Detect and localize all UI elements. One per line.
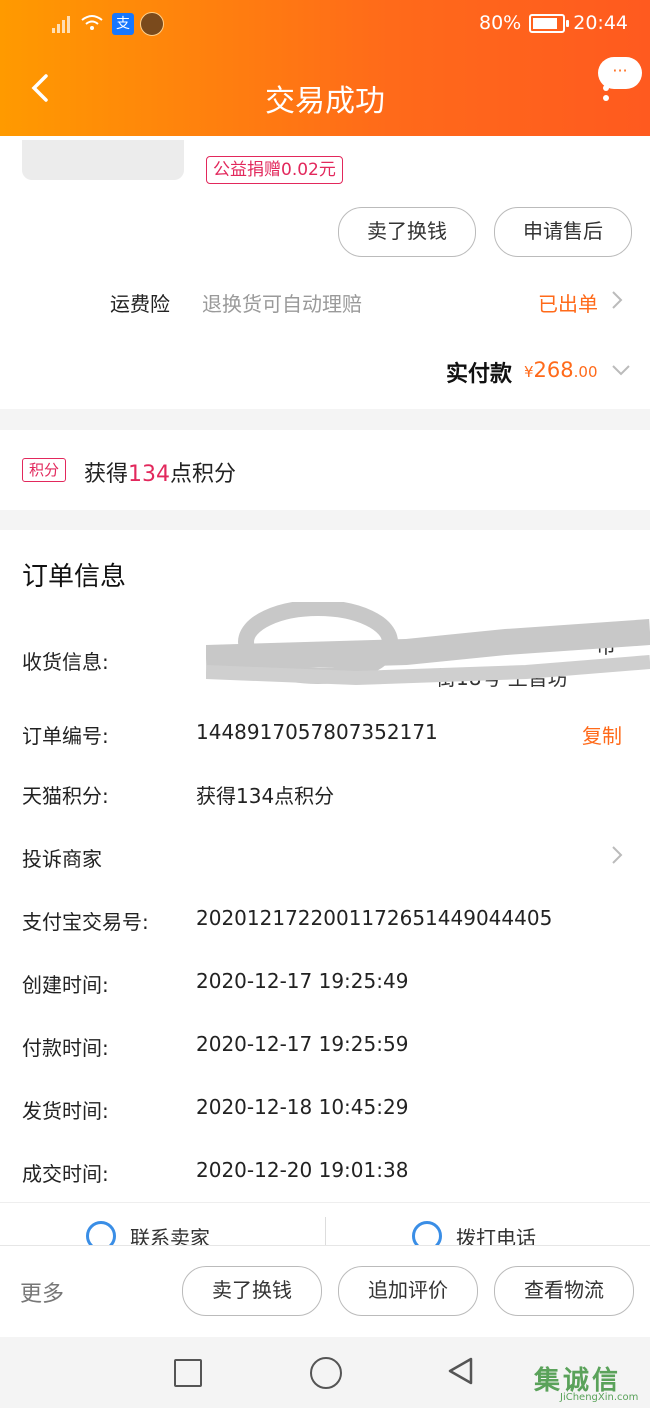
- freight-insurance-status[interactable]: 已出单: [538, 288, 598, 317]
- order-number-value: 1448917057807352171: [196, 720, 438, 744]
- completed-time-value: 2020-12-20 19:01:38: [196, 1158, 409, 1182]
- alipay-trade-label: 支付宝交易号:: [22, 910, 149, 934]
- copy-order-number-button[interactable]: 复制: [582, 720, 622, 749]
- recents-icon[interactable]: [174, 1359, 202, 1387]
- avatar-icon: [140, 12, 164, 36]
- paid-amount-label: 实付款: [446, 362, 513, 387]
- order-number-label: 订单编号:: [22, 724, 109, 748]
- status-bar-right: 80% 20:44: [479, 12, 628, 34]
- view-logistics-button[interactable]: 查看物流: [494, 1266, 634, 1316]
- apply-after-sales-button[interactable]: 申请售后: [494, 207, 632, 257]
- chat-icon: [86, 1221, 116, 1245]
- redaction-scribble: [206, 602, 650, 686]
- product-thumbnail[interactable]: [22, 140, 184, 180]
- tmall-points-value: 获得134点积分: [196, 784, 335, 808]
- signal-icon: [52, 15, 74, 33]
- amount-decimal: .00: [573, 363, 598, 381]
- amount-integer: 268: [533, 358, 574, 382]
- wifi-icon: [80, 14, 106, 34]
- call-phone-button[interactable]: 拨打电话: [412, 1221, 536, 1245]
- alipay-icon: 支: [112, 13, 134, 35]
- chevron-down-icon[interactable]: [610, 362, 632, 381]
- complain-seller-link[interactable]: 投诉商家: [22, 843, 102, 872]
- paid-amount: ¥268.00: [524, 358, 598, 382]
- points-text: 获得134点积分: [84, 456, 236, 488]
- more-button[interactable]: 更多: [20, 1276, 64, 1308]
- freight-insurance-label: 运费险: [110, 292, 170, 316]
- shipped-time-label: 发货时间:: [22, 1099, 109, 1123]
- divider: [325, 1217, 326, 1245]
- clock: 20:44: [573, 12, 628, 34]
- points-badge: 积分: [22, 458, 66, 482]
- shipped-time-value: 2020-12-18 10:45:29: [196, 1095, 409, 1119]
- paid-time-value: 2020-12-17 19:25:59: [196, 1032, 409, 1056]
- order-info-title: 订单信息: [22, 562, 127, 592]
- shipping-info-label: 收货信息:: [22, 650, 109, 674]
- add-review-button[interactable]: 追加评价: [338, 1266, 478, 1316]
- currency-symbol: ¥: [524, 363, 534, 381]
- freight-insurance-desc: 退换货可自动理赔: [202, 292, 362, 316]
- paid-time-label: 付款时间:: [22, 1036, 109, 1060]
- points-prefix: 获得: [84, 462, 129, 487]
- page-title: 交易成功: [265, 84, 385, 119]
- home-icon[interactable]: [310, 1357, 342, 1389]
- watermark-url: JiChengXin.com: [560, 1392, 639, 1403]
- sell-for-cash-button[interactable]: 卖了换钱: [338, 207, 476, 257]
- sell-for-cash-bottom-button[interactable]: 卖了换钱: [182, 1266, 322, 1316]
- completed-time-label: 成交时间:: [22, 1162, 109, 1186]
- alipay-trade-value: 2020121722001172651449044405: [196, 906, 553, 930]
- created-time-label: 创建时间:: [22, 973, 109, 997]
- tmall-points-label: 天猫积分:: [22, 784, 109, 808]
- status-bar-left: 支: [52, 12, 164, 36]
- contact-seller-label: 联系卖家: [130, 1225, 210, 1246]
- more-menu-icon[interactable]: [601, 84, 611, 108]
- battery-percent: 80%: [479, 12, 522, 34]
- points-suffix: 点积分: [170, 462, 237, 487]
- contact-bar: 联系卖家 拨打电话: [0, 1202, 650, 1245]
- nav-back-icon[interactable]: [446, 1356, 476, 1386]
- phone-icon: [412, 1221, 442, 1245]
- chevron-right-icon[interactable]: [610, 843, 624, 871]
- chevron-right-icon[interactable]: [610, 288, 624, 316]
- points-count: 134: [128, 462, 171, 487]
- battery-icon: [529, 13, 570, 33]
- contact-seller-button[interactable]: 联系卖家: [86, 1221, 210, 1245]
- created-time-value: 2020-12-17 19:25:49: [196, 969, 409, 993]
- call-phone-label: 拨打电话: [456, 1225, 536, 1246]
- charity-badge: 公益捐赠0.02元: [206, 156, 343, 184]
